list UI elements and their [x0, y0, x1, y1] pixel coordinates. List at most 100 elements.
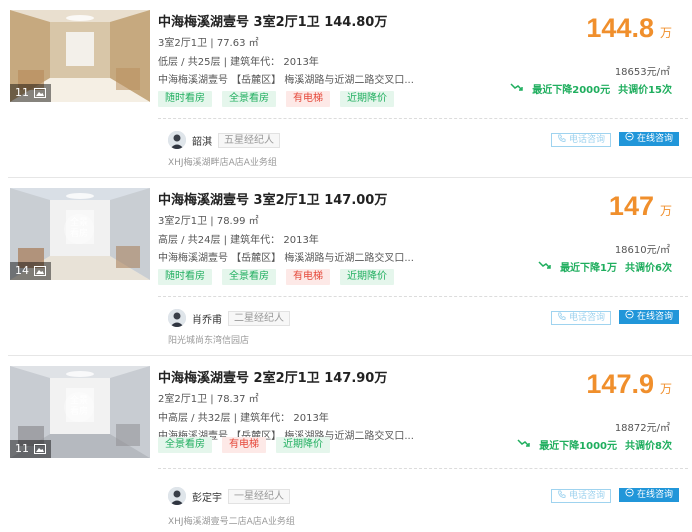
online-chat-label: 在线咨询 [636, 134, 673, 144]
online-chat-button[interactable]: 在线咨询 [619, 310, 679, 324]
total-price: 147 万 [609, 191, 672, 222]
online-chat-label: 在线咨询 [636, 312, 673, 322]
listing-photo[interactable]: 全景 看房 11 [10, 366, 150, 458]
unit-price: 18872元/㎡ [614, 423, 670, 434]
area: 78.37 ㎡ [216, 394, 259, 405]
layout: 2室2厅1卫 [158, 394, 208, 405]
panorama-badge: 全景 看房 [64, 392, 94, 422]
layout-area: 3室2厅1卫 | 77.63 ㎡ [158, 38, 259, 49]
trend-down-icon [517, 439, 531, 450]
agent-info[interactable]: 肖乔甫 二星经纪人 [168, 309, 290, 327]
phone-consult-label: 电话咨询 [568, 313, 605, 323]
feature-tag: 随时看房 [158, 91, 212, 107]
price-value: 147.9 [586, 369, 654, 399]
agent-store: XHJ梅溪湖壹号二店A店A业务组 [168, 517, 295, 527]
chat-icon [625, 310, 634, 324]
online-chat-button[interactable]: 在线咨询 [619, 132, 679, 146]
photo-count-badge: 14 [10, 262, 51, 280]
feature-tag: 近期降价 [276, 437, 330, 453]
feature-tag: 全景看房 [222, 91, 276, 107]
price-value: 144.8 [586, 13, 654, 43]
tag-list: 全景看房 有电梯 近期降价 [158, 437, 330, 453]
area: 77.63 ㎡ [216, 38, 259, 49]
divider [158, 118, 688, 119]
layout: 3室2厅1卫 [158, 216, 208, 227]
photo-count: 11 [15, 442, 29, 455]
price-drop-info: 最近下降1000元 共调价8次 [517, 437, 672, 452]
total-price: 144.8 万 [586, 13, 672, 44]
agent-name[interactable]: 韶淇 [192, 133, 212, 148]
phone-consult-button[interactable]: 电话咨询 [551, 311, 611, 325]
adjust-count: 共调价8次 [625, 441, 672, 452]
trend-down-icon [538, 261, 552, 272]
panorama-badge: 全景 看房 [64, 214, 94, 244]
divider [158, 296, 688, 297]
price-drop-info: 最近下降1万 共调价6次 [538, 259, 672, 274]
chat-icon [625, 488, 634, 502]
photo-icon [34, 88, 46, 98]
drop-text: 最近下降1万 [560, 263, 618, 274]
feature-tag: 全景看房 [222, 269, 276, 285]
total-price: 147.9 万 [586, 369, 672, 400]
layout-area: 2室2厅1卫 | 78.37 ㎡ [158, 394, 259, 405]
unit-price: 18610元/㎡ [614, 245, 670, 256]
divider [158, 468, 688, 469]
listing-title[interactable]: 中海梅溪湖壹号 3室2厅1卫 147.00万 [158, 189, 387, 208]
feature-tag: 近期降价 [340, 91, 394, 107]
layout: 3室2厅1卫 [158, 38, 208, 49]
online-chat-button[interactable]: 在线咨询 [619, 488, 679, 502]
unit-price: 18653元/㎡ [614, 67, 670, 78]
photo-icon [34, 444, 46, 454]
feature-tag: 有电梯 [286, 91, 330, 107]
listing-title[interactable]: 中海梅溪湖壹号 2室2厅1卫 147.90万 [158, 367, 387, 386]
online-chat-label: 在线咨询 [636, 490, 673, 500]
trend-down-icon [510, 83, 524, 94]
photo-count-badge: 11 [10, 84, 51, 102]
floor-info: 高层 / 共24层 | 建筑年代： 2013年 [158, 235, 319, 246]
tag-list: 随时看房 全景看房 有电梯 近期降价 [158, 91, 394, 107]
agent-rank-badge: 一星经纪人 [228, 488, 290, 504]
agent-info[interactable]: 彭定宇 一星经纪人 [168, 487, 290, 505]
agent-name[interactable]: 彭定宇 [192, 489, 222, 504]
listing-photo[interactable]: 11 [10, 10, 150, 102]
photo-count: 14 [15, 264, 29, 277]
agent-info[interactable]: 韶淇 五星经纪人 [168, 131, 280, 149]
price-unit: 万 [659, 204, 672, 218]
listing-card[interactable]: 11 中海梅溪湖壹号 3室2厅1卫 144.80万 3室2厅1卫 | 77.63… [0, 0, 692, 178]
agent-rank-badge: 五星经纪人 [218, 132, 280, 148]
phone-consult-button[interactable]: 电话咨询 [551, 489, 611, 503]
agent-avatar[interactable] [168, 309, 186, 327]
drop-text: 最近下降2000元 [532, 85, 611, 96]
listing-photo[interactable]: 全景 看房 14 [10, 188, 150, 280]
floor-info: 低层 / 共25层 | 建筑年代： 2013年 [158, 57, 319, 68]
agent-store: 阳光城尚东湾信园店 [168, 336, 250, 346]
address[interactable]: 中海梅溪湖壹号 【岳麓区】 梅溪湖路与近湖二路交叉口... [158, 249, 414, 264]
listing-title[interactable]: 中海梅溪湖壹号 3室2厅1卫 144.80万 [158, 11, 387, 30]
agent-avatar[interactable] [168, 487, 186, 505]
price-unit: 万 [659, 382, 672, 396]
chat-icon [625, 132, 634, 146]
phone-consult-label: 电话咨询 [568, 135, 605, 145]
photo-count-badge: 11 [10, 440, 51, 458]
feature-tag: 有电梯 [286, 269, 330, 285]
feature-tag: 有电梯 [222, 437, 266, 453]
area: 78.99 ㎡ [216, 216, 259, 227]
feature-tag: 全景看房 [158, 437, 212, 453]
photo-count: 11 [15, 86, 29, 99]
agent-rank-badge: 二星经纪人 [228, 310, 290, 326]
phone-consult-button[interactable]: 电话咨询 [551, 133, 611, 147]
layout-area: 3室2厅1卫 | 78.99 ㎡ [158, 216, 259, 227]
phone-icon [557, 489, 566, 503]
photo-icon [34, 266, 46, 276]
floor-info: 中高层 / 共32层 | 建筑年代： 2013年 [158, 413, 329, 424]
feature-tag: 随时看房 [158, 269, 212, 285]
address[interactable]: 中海梅溪湖壹号 【岳麓区】 梅溪湖路与近湖二路交叉口... [158, 71, 414, 86]
adjust-count: 共调价15次 [618, 85, 672, 96]
listing-card[interactable]: 全景 看房 11 中海梅溪湖壹号 2室2厅1卫 147.90万 2室2厅1卫 |… [0, 356, 692, 532]
agent-avatar[interactable] [168, 131, 186, 149]
adjust-count: 共调价6次 [625, 263, 672, 274]
phone-icon [557, 311, 566, 325]
agent-name[interactable]: 肖乔甫 [192, 311, 222, 326]
listing-card[interactable]: 全景 看房 14 中海梅溪湖壹号 3室2厅1卫 147.00万 3室2厅1卫 |… [0, 178, 692, 356]
phone-icon [557, 133, 566, 147]
